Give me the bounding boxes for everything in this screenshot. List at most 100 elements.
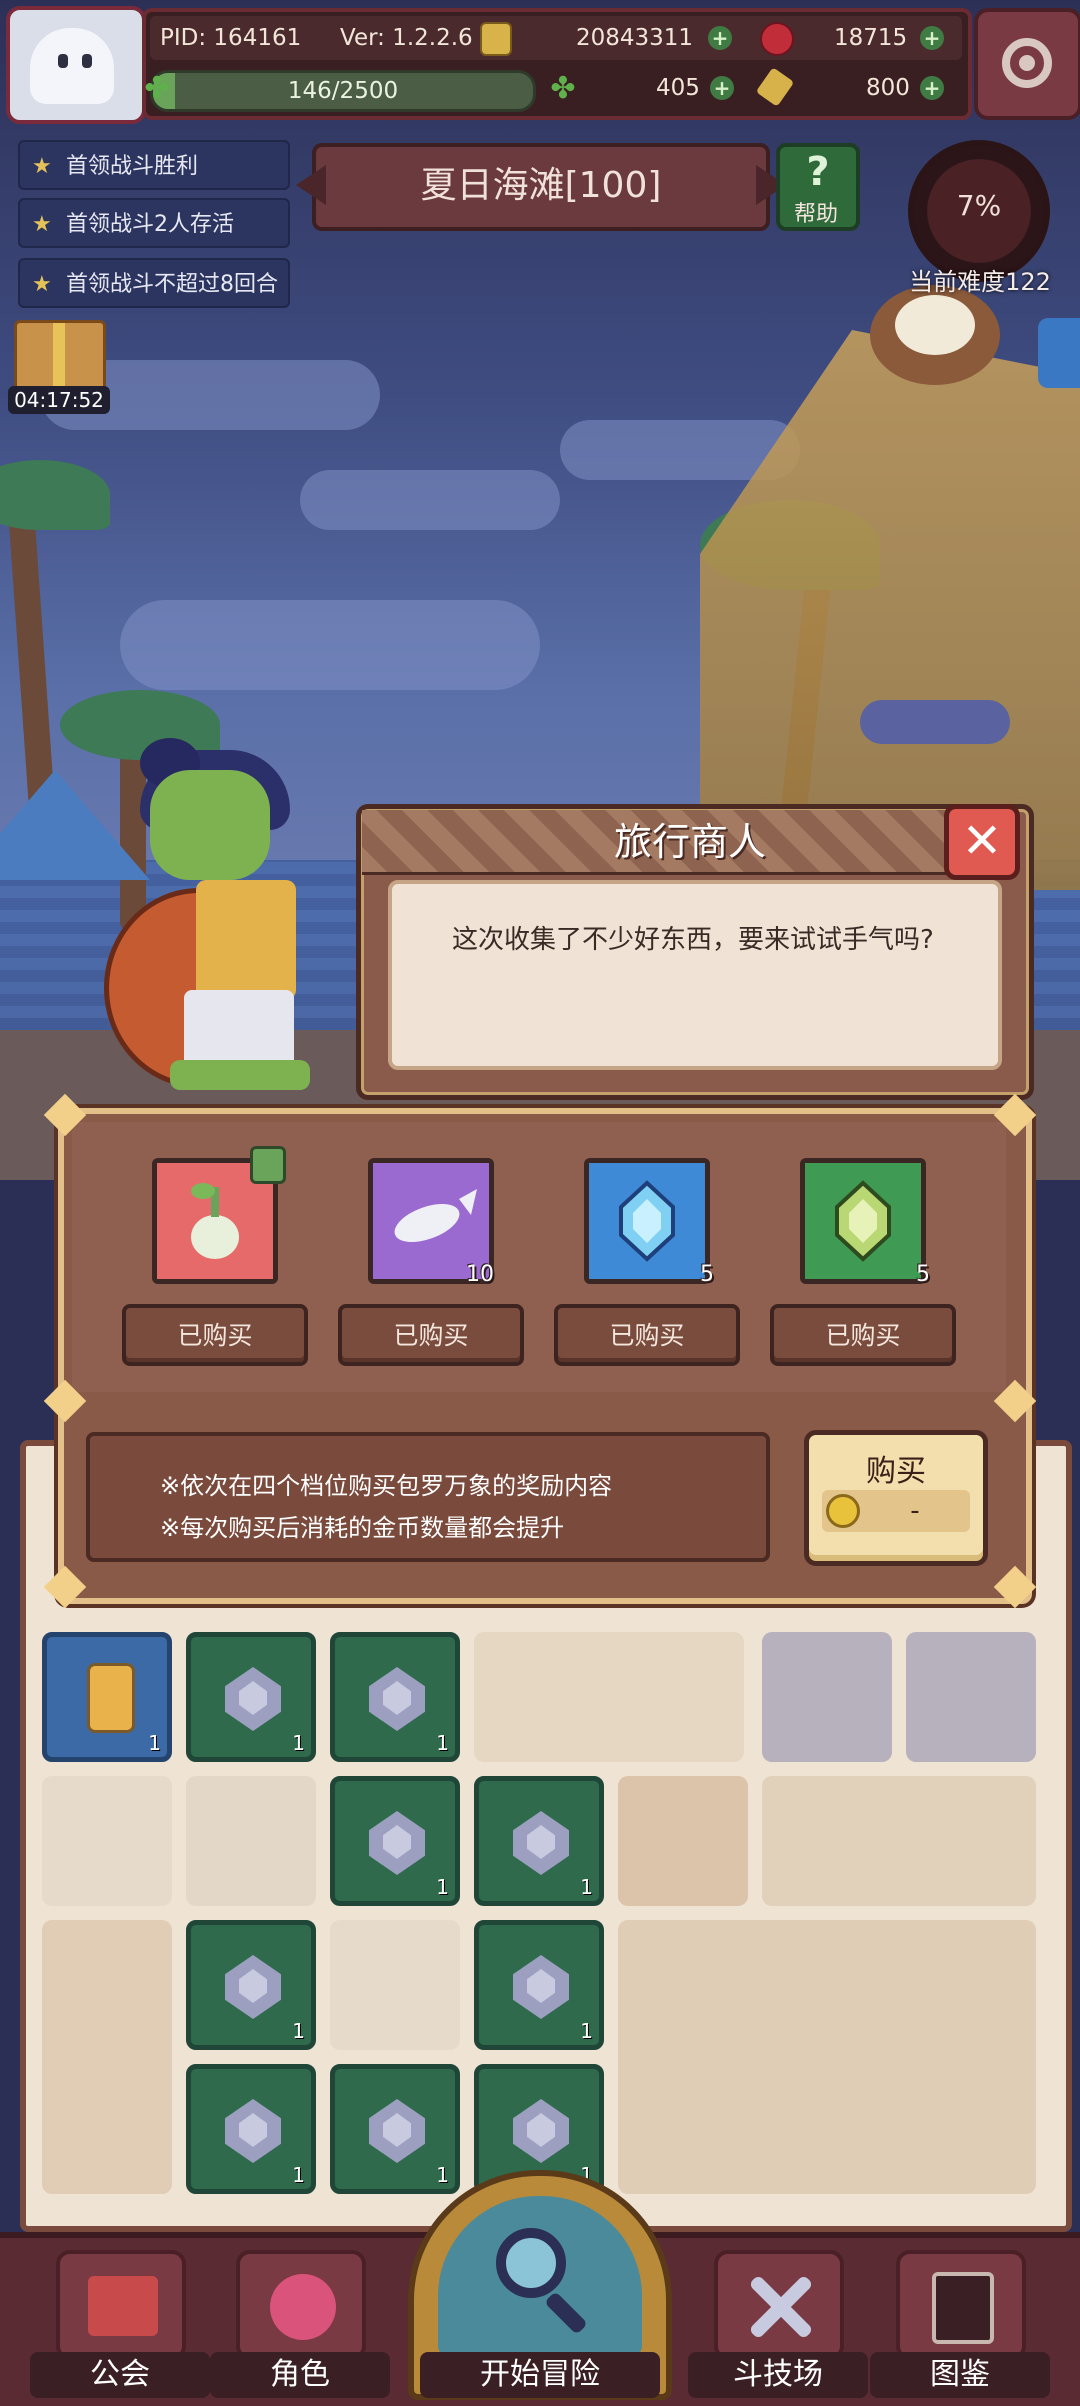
stone-gem-icon xyxy=(225,1667,281,1731)
close-icon: ✕ xyxy=(961,813,1003,869)
quest-label: 首领战斗胜利 xyxy=(66,154,199,179)
side-badge xyxy=(1038,318,1080,388)
shop-note: ※每次购买后消耗的金币数量都会提升 xyxy=(160,1514,565,1542)
board-cell[interactable] xyxy=(762,1632,892,1762)
add-clover-icon[interactable]: + xyxy=(710,76,734,100)
coin-icon xyxy=(826,1494,860,1528)
jar-icon xyxy=(87,1663,135,1733)
difficulty-label: 当前难度122 xyxy=(909,268,1051,296)
buy-button-label: 购买 xyxy=(866,1454,926,1489)
difficulty-ring[interactable]: 7% xyxy=(908,140,1050,282)
nav-arena-label[interactable]: 斗技场 xyxy=(688,2352,868,2398)
board-scenery xyxy=(618,1776,748,1906)
board-scenery xyxy=(330,1920,460,2050)
dialog-body xyxy=(388,880,1002,1070)
coin-icon xyxy=(480,22,512,56)
close-button[interactable]: ✕ xyxy=(944,804,1020,880)
green-crystal-icon xyxy=(805,1163,921,1279)
shop-note: ※依次在四个档位购买包罗万象的奖励内容 xyxy=(160,1472,613,1500)
board-cell[interactable]: 1 xyxy=(42,1632,172,1762)
merchant-head xyxy=(150,770,270,880)
avatar-eye xyxy=(58,54,68,68)
character-face-icon xyxy=(270,2274,336,2340)
add-coin-icon[interactable]: + xyxy=(708,26,732,50)
quest-label: 首领战斗2人存活 xyxy=(66,212,234,237)
board-scenery xyxy=(762,1776,1036,1906)
star-icon: ★ xyxy=(32,272,52,297)
hut-sign xyxy=(860,700,1010,744)
quest-item[interactable]: ★ 首领战斗不超过8回合 xyxy=(18,258,290,308)
coconut-inside xyxy=(895,295,975,355)
board-cell[interactable]: 1 xyxy=(474,1920,604,2050)
book-icon xyxy=(932,2272,994,2344)
board-cell[interactable]: 1 xyxy=(186,1920,316,2050)
quest-item[interactable]: ★ 首领战斗胜利 xyxy=(18,140,290,190)
dialog-title: 旅行商人 xyxy=(613,820,766,864)
cell-count: 1 xyxy=(292,2163,305,2187)
purchased-status: 已购买 xyxy=(122,1304,308,1366)
board-scenery xyxy=(474,1632,744,1762)
board-cell[interactable]: 1 xyxy=(186,2064,316,2194)
stone-gem-icon xyxy=(225,2099,281,2163)
gem-amount: 18715 xyxy=(834,25,908,51)
board-cell[interactable]: 1 xyxy=(330,1632,460,1762)
difficulty-percent: 7% xyxy=(956,189,1002,222)
quest-item[interactable]: ★ 首领战斗2人存活 xyxy=(18,198,290,248)
settings-button[interactable] xyxy=(974,8,1080,120)
start-adventure-label[interactable]: 开始冒险 xyxy=(420,2352,660,2398)
board-cell[interactable]: 1 xyxy=(330,2064,460,2194)
add-key-icon[interactable]: + xyxy=(920,76,944,100)
item-count: 5 xyxy=(700,1262,714,1287)
star-icon: ★ xyxy=(32,212,52,237)
board-cell[interactable]: 1 xyxy=(186,1632,316,1762)
shop-item-green-crystal[interactable] xyxy=(800,1158,926,1284)
cell-count: 1 xyxy=(148,1731,161,1755)
merchant-shorts xyxy=(184,990,294,1070)
clover-amount: 405 xyxy=(656,75,700,101)
clover-icon: ✤ xyxy=(550,71,576,106)
nav-character-label[interactable]: 角色 xyxy=(210,2352,390,2398)
guild-house-icon xyxy=(88,2276,158,2336)
star-icon: ★ xyxy=(32,154,52,179)
purchased-status: 已购买 xyxy=(554,1304,740,1366)
magnifier-icon xyxy=(496,2228,566,2298)
board-scenery xyxy=(42,1776,172,1906)
board-cell[interactable]: 1 xyxy=(330,1776,460,1906)
thumbs-up-icon xyxy=(250,1146,286,1184)
player-avatar[interactable] xyxy=(6,6,146,124)
board-cell[interactable]: 1 xyxy=(474,1776,604,1906)
stone-gem-icon xyxy=(369,1667,425,1731)
stone-gem-icon xyxy=(369,1811,425,1875)
stone-gem-icon xyxy=(225,1955,281,2019)
nav-codex-label[interactable]: 图鉴 xyxy=(870,2352,1050,2398)
red-gem-icon xyxy=(760,22,794,56)
cell-count: 1 xyxy=(292,1731,305,1755)
add-gem-icon[interactable]: + xyxy=(920,26,944,50)
nav-guild-button[interactable] xyxy=(56,2250,186,2360)
purchased-status: 已购买 xyxy=(338,1304,524,1366)
shop-item-blue-crystal[interactable] xyxy=(584,1158,710,1284)
exp-clover-icon: ✤ xyxy=(144,71,170,106)
help-label: 帮助 xyxy=(793,202,838,227)
merchant-feet xyxy=(170,1060,310,1090)
board-scenery xyxy=(618,1920,1036,2194)
exp-text: 146/2500 xyxy=(287,78,399,104)
exp-bar: 146/2500 xyxy=(150,70,536,112)
nav-guild-label[interactable]: 公会 xyxy=(30,2352,210,2398)
stone-gem-icon xyxy=(513,2099,569,2163)
game-version: Ver: 1.2.2.6 xyxy=(340,25,473,51)
buy-price: - xyxy=(910,1496,920,1526)
key-amount: 800 xyxy=(866,75,910,101)
nav-character-button[interactable] xyxy=(236,2250,366,2360)
stone-gem-icon xyxy=(513,1955,569,2019)
board-scenery xyxy=(186,1776,316,1906)
nav-codex-button[interactable] xyxy=(896,2250,1026,2360)
nav-arena-button[interactable] xyxy=(714,2250,844,2360)
item-count: 10 xyxy=(466,1262,494,1287)
blue-crystal-icon xyxy=(589,1163,705,1279)
cell-count: 1 xyxy=(580,1875,593,1899)
stage-title: 夏日海滩[100] xyxy=(312,143,770,231)
board-cell[interactable] xyxy=(906,1632,1036,1762)
purchased-status: 已购买 xyxy=(770,1304,956,1366)
cell-count: 1 xyxy=(436,2163,449,2187)
